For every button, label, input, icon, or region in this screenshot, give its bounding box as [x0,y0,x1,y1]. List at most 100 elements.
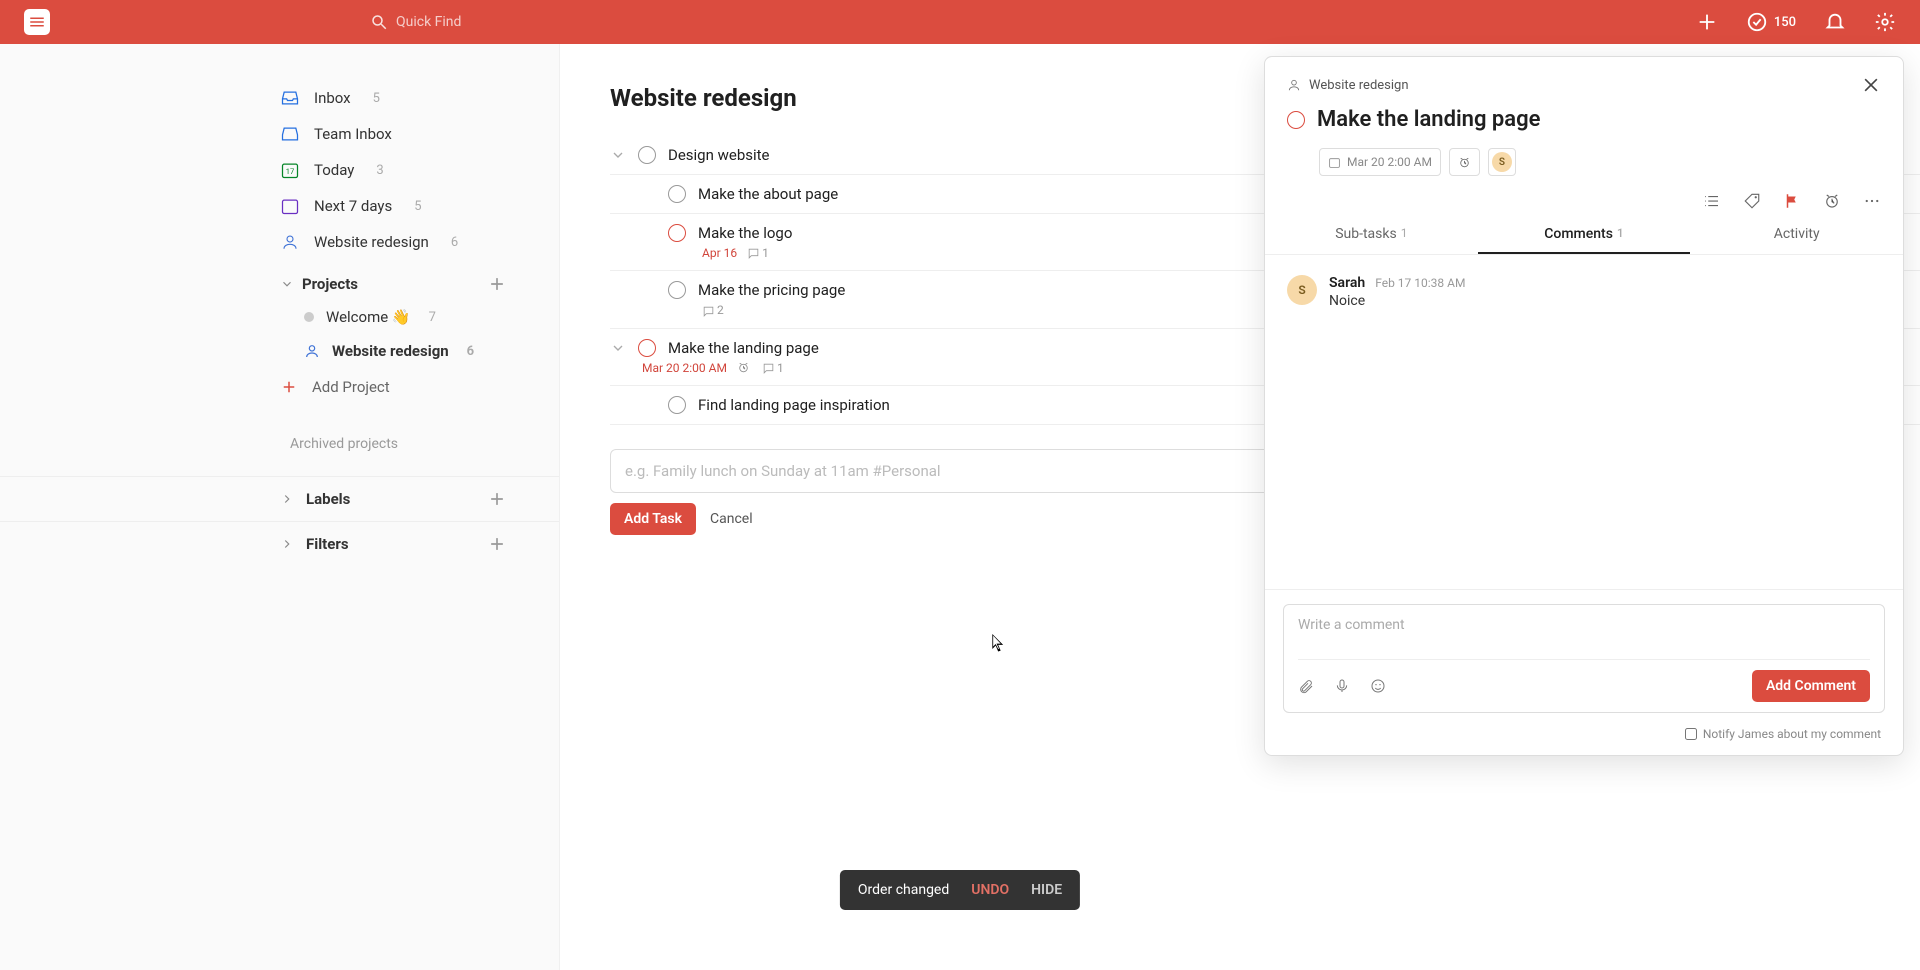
emoji-icon[interactable] [1370,678,1386,694]
priority-flag-icon[interactable] [1783,192,1801,210]
project-count: 6 [467,344,474,359]
notifications-icon[interactable] [1824,11,1846,33]
task-due-date: Mar 20 2:00 AM [642,361,727,375]
project-label: Website redesign [332,342,449,360]
comment-input[interactable]: Write a comment Add Comment [1283,604,1885,713]
attachment-icon[interactable] [1298,678,1314,694]
plus-icon[interactable] [1696,11,1718,33]
sidebar-item-team-inbox[interactable]: Team Inbox [0,116,559,152]
sidebar-count: 5 [373,91,380,106]
toast-undo[interactable]: UNDO [971,882,1009,898]
productivity-count: 150 [1774,15,1796,30]
add-filter-icon[interactable] [487,534,507,554]
app-logo[interactable] [24,9,50,35]
svg-text:17: 17 [286,167,294,176]
comment-text: Noice [1329,293,1881,309]
productivity-icon [1746,11,1768,33]
sidebar-item-today[interactable]: 17 Today 3 [0,152,559,188]
cancel-button[interactable]: Cancel [710,511,753,527]
task-checkbox[interactable] [638,146,656,164]
productivity-button[interactable]: 150 [1746,11,1796,33]
tab-label: Comments [1544,226,1613,242]
sidebar-label: Next 7 days [314,197,392,215]
comments-body: S Sarah Feb 17 10:38 AM Noice [1265,255,1903,589]
tag-icon[interactable] [1743,192,1761,210]
assignee-chip[interactable]: S [1488,148,1516,176]
add-project-button[interactable]: Add Project [0,368,559,406]
add-project-icon[interactable] [487,274,507,294]
notify-row[interactable]: Notify James about my comment [1265,721,1903,755]
reminder-alarm-icon [737,361,750,374]
reminder-chip[interactable] [1449,148,1480,176]
task-comment-count: 1 [747,246,769,260]
comment-item: S Sarah Feb 17 10:38 AM Noice [1287,275,1881,309]
toast: Order changed UNDO HIDE [840,870,1080,910]
reminder-alarm-icon [1458,156,1471,169]
team-inbox-icon [280,124,300,144]
comment-author: Sarah [1329,275,1365,291]
comment-icon [702,305,715,318]
close-icon[interactable] [1861,75,1881,95]
task-checkbox[interactable] [668,224,686,242]
detail-task-checkbox[interactable] [1287,111,1305,129]
due-date-chip[interactable]: Mar 20 2:00 AM [1319,148,1441,176]
sidebar-labels-header[interactable]: Labels [0,476,559,521]
add-comment-button[interactable]: Add Comment [1752,670,1870,702]
sidebar-project-website-redesign[interactable]: Website redesign 6 [0,334,559,368]
shared-project-icon [304,343,320,359]
notify-checkbox[interactable] [1685,728,1697,740]
comment-icon [762,362,775,375]
quick-find[interactable]: Quick Find [370,13,461,31]
due-date-text: Mar 20 2:00 AM [1347,155,1432,169]
chevron-right-icon [280,492,294,506]
settings-gear-icon[interactable] [1874,11,1896,33]
archived-projects-link[interactable]: Archived projects [0,406,559,462]
tab-subtasks[interactable]: Sub-tasks 1 [1265,216,1478,254]
toast-message: Order changed [858,882,949,898]
toast-hide[interactable]: HIDE [1031,882,1062,898]
sidebar-item-inbox[interactable]: Inbox 5 [0,80,559,116]
assignee-avatar: S [1492,152,1512,172]
comment-icon [747,247,760,260]
project-color-dot [304,312,314,322]
shared-project-icon [1287,78,1301,92]
sidebar: Inbox 5 Team Inbox 17 Today 3 Ne [0,44,560,970]
microphone-icon[interactable] [1334,678,1350,694]
sidebar-label: Inbox [314,89,351,107]
chevron-down-icon[interactable] [610,147,626,163]
chevron-right-icon [280,537,294,551]
task-checkbox[interactable] [668,281,686,299]
task-title: Find landing page inspiration [698,396,890,414]
task-title: Design website [668,146,770,164]
tab-comments[interactable]: Comments 1 [1478,216,1691,254]
next7-icon [280,196,300,216]
sidebar-projects-header[interactable]: Projects [0,260,559,300]
more-icon[interactable] [1863,192,1881,210]
add-label-icon[interactable] [487,489,507,509]
labels-label: Labels [306,490,350,508]
sidebar-item-next-7-days[interactable]: Next 7 days 5 [0,188,559,224]
add-project-label: Add Project [312,378,390,396]
tab-label: Activity [1774,226,1820,244]
sidebar-count: 6 [451,235,458,250]
tab-activity[interactable]: Activity [1690,216,1903,254]
task-comment-count: 2 [702,303,724,317]
list-icon[interactable] [1703,192,1721,210]
sidebar-item-website-redesign-shortcut[interactable]: Website redesign 6 [0,224,559,260]
sidebar-filters-header[interactable]: Filters [0,521,559,566]
task-checkbox[interactable] [668,396,686,414]
task-title: Make the landing page [668,339,819,357]
detail-breadcrumb[interactable]: Website redesign [1309,78,1409,93]
today-icon: 17 [280,160,300,180]
detail-task-title[interactable]: Make the landing page [1317,107,1540,132]
task-checkbox[interactable] [668,185,686,203]
tab-count: 1 [1401,226,1408,244]
task-due-date: Apr 16 [702,246,737,260]
chevron-down-icon[interactable] [610,340,626,356]
tab-count: 1 [1617,226,1624,242]
reminder-icon[interactable] [1823,192,1841,210]
sidebar-project-welcome[interactable]: Welcome 👋 7 [0,300,559,334]
task-checkbox[interactable] [638,339,656,357]
add-task-button[interactable]: Add Task [610,503,696,535]
shared-project-icon [280,232,300,252]
